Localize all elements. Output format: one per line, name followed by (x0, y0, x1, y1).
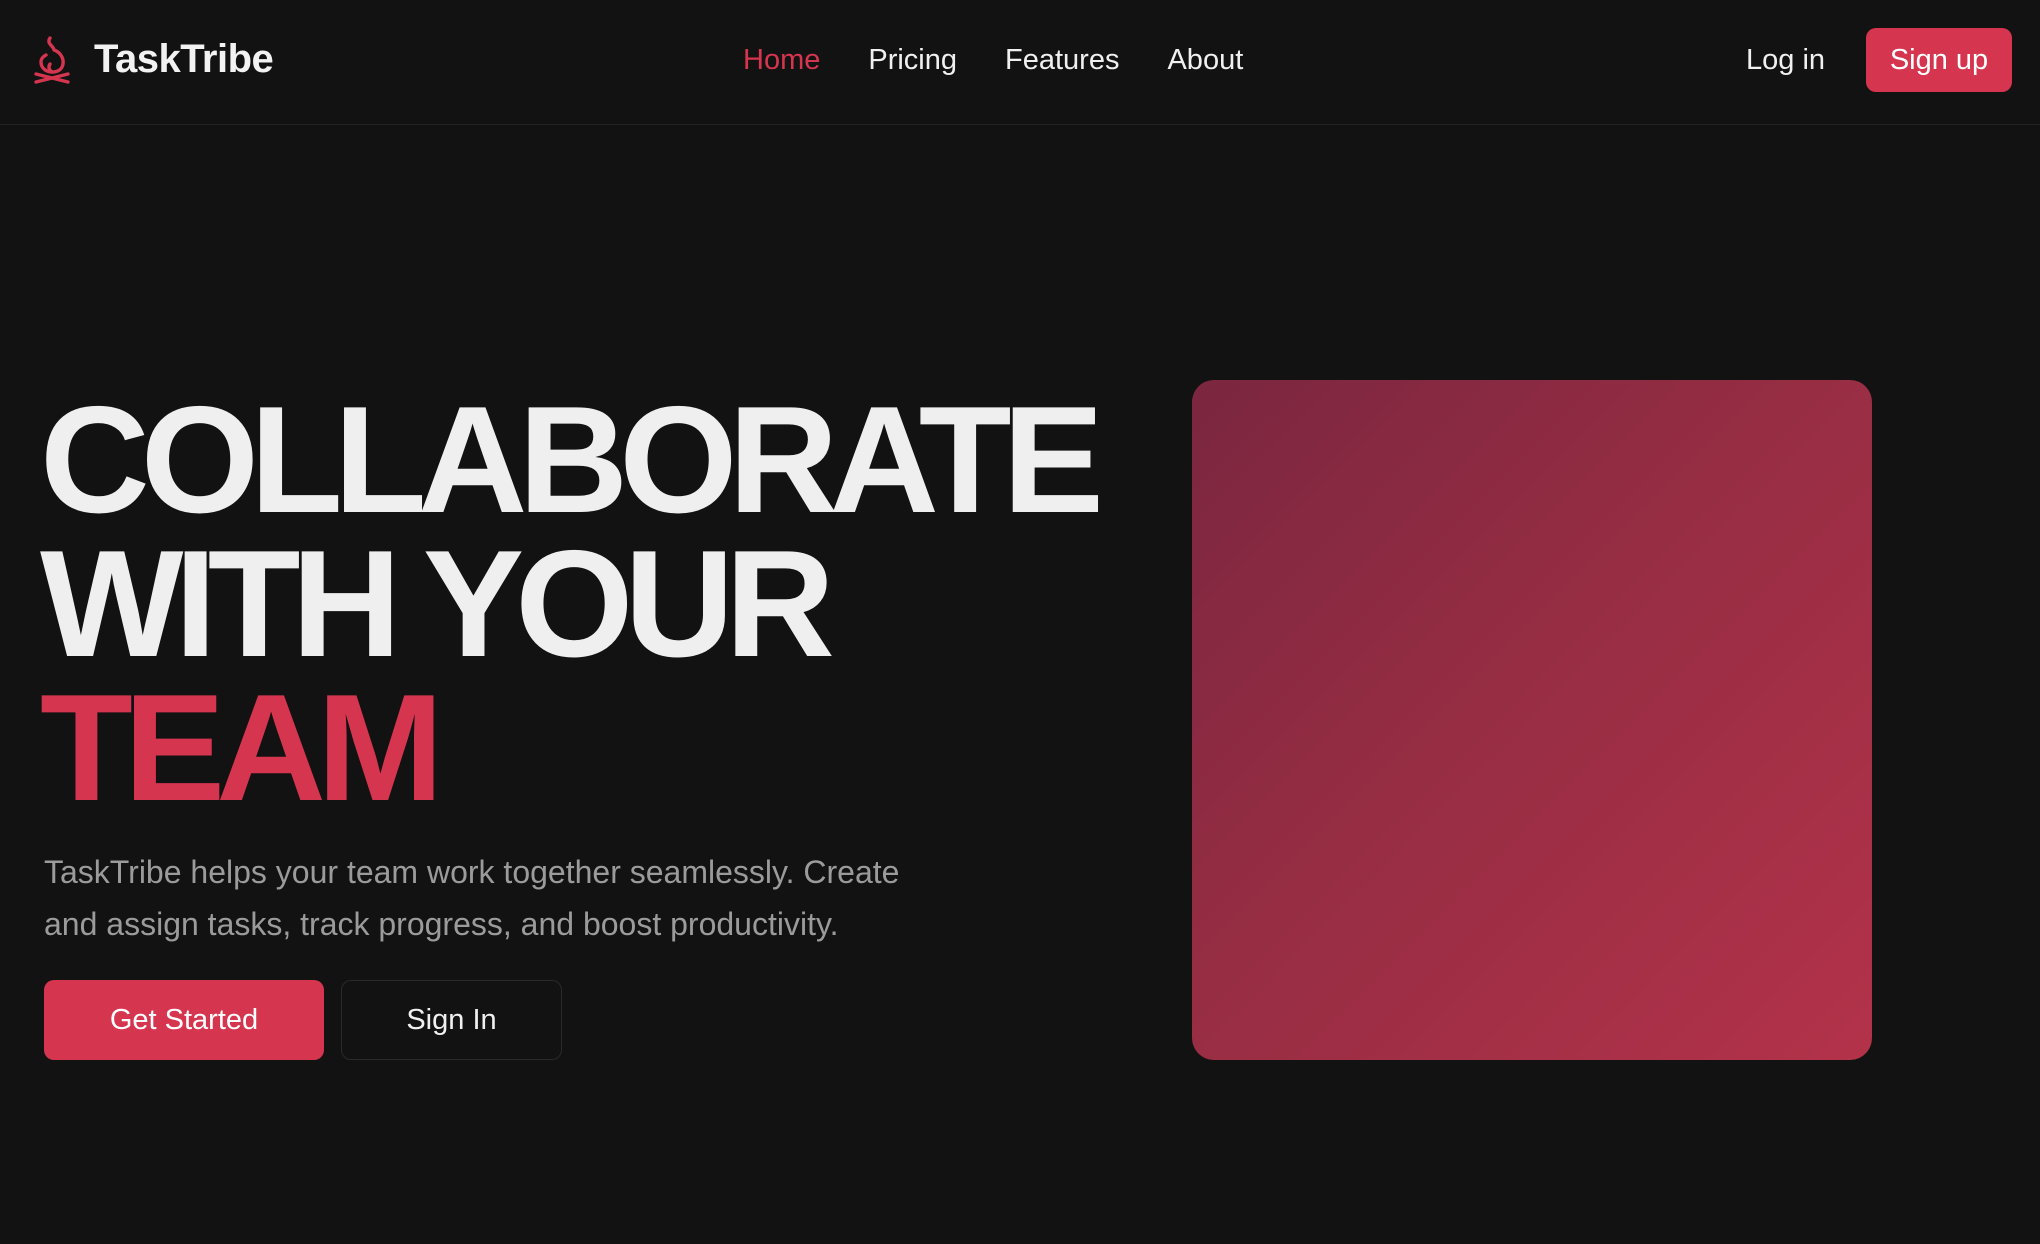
nav-link-about[interactable]: About (1167, 40, 1243, 80)
hero-description: TaskTribe helps your team work together … (44, 854, 900, 942)
headline-line-1: COLLABORATE (40, 375, 1104, 545)
sign-in-button[interactable]: Sign In (341, 980, 562, 1060)
brand-logo[interactable]: TaskTribe (32, 34, 274, 84)
page: TaskTribe Home Pricing Features About Lo… (0, 0, 2040, 1244)
hero-visual (1192, 380, 1872, 1060)
nav-link-home[interactable]: Home (743, 40, 820, 80)
top-navbar: TaskTribe Home Pricing Features About Lo… (0, 0, 2040, 125)
nav-link-features[interactable]: Features (1005, 40, 1119, 80)
signup-button[interactable]: Sign up (1866, 28, 2012, 92)
login-link[interactable]: Log in (1746, 40, 1825, 80)
headline-line-2: WITH YOUR (40, 519, 835, 689)
brand-name: TaskTribe (94, 36, 274, 81)
hero-headline: COLLABORATE WITH YOUR TEAM (40, 375, 1104, 833)
main-nav: Home Pricing Features About (743, 40, 1243, 80)
nav-link-pricing[interactable]: Pricing (868, 40, 957, 80)
flame-icon (32, 34, 72, 84)
get-started-button[interactable]: Get Started (44, 980, 324, 1060)
headline-accent: TEAM (40, 663, 444, 833)
